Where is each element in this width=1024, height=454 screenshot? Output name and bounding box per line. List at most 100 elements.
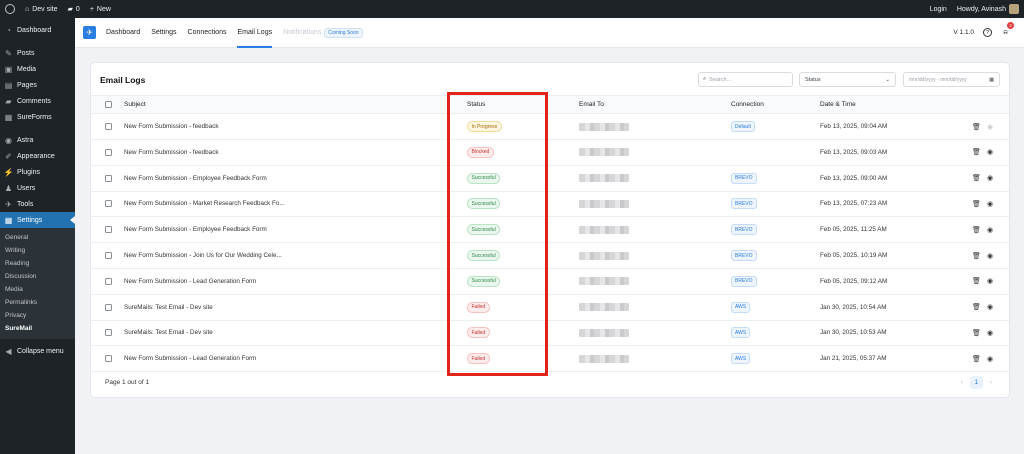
my-account-link[interactable]: Howdy, Avinash [952,0,1024,18]
submenu-item-reading[interactable]: Reading [0,257,75,270]
sidebar-item-posts[interactable]: ✎ Posts [0,45,75,61]
date-range-placeholder: mm/dd/yyyy - mm/dd/yyyy [909,76,967,83]
bell-icon: ⍾ [1003,28,1008,36]
table-row[interactable]: New Form Submission - Employee Feedback … [91,217,1009,244]
eye-icon[interactable]: ◉ [987,200,993,208]
sidebar-item-plugins[interactable]: ⚡ Plugins [0,164,75,180]
row-checkbox[interactable] [105,148,112,156]
submenu-item-permalinks[interactable]: Permalinks [0,296,75,309]
submenu-item-media[interactable]: Media [0,283,75,296]
sidebar-item-media[interactable]: ▣ Media [0,61,75,77]
settings-icon: ▦ [4,215,13,225]
row-date: Jan 21, 2025, 05:37 AM [820,355,887,363]
row-subject: SureMails: Test Email - Dev site [124,303,213,311]
trash-icon[interactable]: 🗑 [972,329,981,337]
row-checkbox[interactable] [105,123,112,130]
row-checkbox[interactable] [105,303,112,311]
row-date: Jan 30, 2025, 10:53 AM [820,329,887,337]
email-redacted [579,251,629,260]
connection-badge: BREVO [731,172,757,184]
connection-badge: AWS [731,327,751,339]
connection-badge: BREVO [731,198,757,210]
row-date: Feb 05, 2025, 11:25 AM [820,226,887,234]
trash-icon[interactable]: 🗑 [972,252,981,260]
status-column-highlight [447,92,548,376]
row-checkbox[interactable] [105,200,112,208]
sidebar-item-comments[interactable]: ▰ Comments [0,93,75,109]
tab-email-logs[interactable]: Email Logs [237,18,272,48]
sidebar-item-tools[interactable]: ✈ Tools [0,196,75,212]
table-row[interactable]: New Form Submission - feedback In Progres… [91,114,1009,140]
tab-dashboard[interactable]: Dashboard [106,18,140,48]
astra-icon: ◉ [5,135,12,145]
eye-icon[interactable]: ◉ [987,329,993,337]
trash-icon[interactable]: 🗑 [972,226,981,234]
connection-badge: BREVO [731,250,757,261]
eye-icon[interactable]: ◉ [987,277,993,285]
site-name-link[interactable]: ⌂ Dev site [20,0,63,18]
eye-icon[interactable]: ◉ [987,148,993,156]
sidebar-item-appearance[interactable]: ✐ Appearance [0,148,75,164]
collapse-label: Collapse menu [17,347,64,355]
search-input[interactable]: ⌕ Search... [698,72,793,87]
date-range-input[interactable]: mm/dd/yyyy - mm/dd/yyyy ▦ [903,72,1000,87]
select-all-checkbox[interactable] [105,101,112,108]
sidebar-item-sureforms[interactable]: ▦ SureForms [0,109,75,125]
trash-icon[interactable]: 🗑 [972,148,981,156]
submenu-item-suremail[interactable]: SureMail [0,322,75,335]
row-checkbox[interactable] [105,174,112,182]
eye-icon[interactable]: ◉ [987,226,993,234]
row-checkbox[interactable] [105,252,112,259]
eye-icon[interactable]: ◉ [987,252,993,260]
table-header: Subject Status Email To Connection Date … [91,95,1009,114]
table-row[interactable]: New Form Submission - Join Us for Our We… [91,243,1009,269]
eye-icon[interactable]: ◉ [987,355,993,363]
chevron-right-icon[interactable]: › [990,379,992,386]
table-row[interactable]: New Form Submission - feedback Blocked Feb… [91,140,1009,166]
notifications-button[interactable]: ⍾ 2 [1001,22,1014,37]
submenu-item-discussion[interactable]: Discussion [0,270,75,283]
eye-icon[interactable]: ◉ [987,303,993,311]
wp-logo-button[interactable] [0,0,20,18]
row-date: Feb 13, 2025, 09:00 AM [820,174,888,182]
comments-link[interactable]: ▰ 0 [63,0,85,18]
login-link[interactable]: Login [925,0,952,18]
row-checkbox[interactable] [105,226,112,234]
submenu-item-privacy[interactable]: Privacy [0,309,75,322]
help-icon[interactable]: ? [983,28,992,37]
page-number-button[interactable]: 1 [969,376,983,389]
table-row[interactable]: New Form Submission - Lead Generation Fo… [91,269,1009,295]
sidebar-item-astra[interactable]: ◉ Astra [0,132,75,148]
sidebar-item-settings[interactable]: ▦ Settings [0,212,75,228]
sidebar-item-users[interactable]: ♟ Users [0,180,75,196]
trash-icon[interactable]: 🗑 [972,174,981,182]
sidebar-item-pages[interactable]: ▤ Pages [0,77,75,93]
trash-icon[interactable]: 🗑 [972,303,981,311]
table-row[interactable]: SureMails: Test Email - Dev site Failed AW… [91,295,1009,321]
submenu-item-writing[interactable]: Writing [0,244,75,257]
trash-icon[interactable]: 🗑 [972,200,981,208]
row-subject: New Form Submission - Lead Generation Fo… [124,355,257,363]
trash-icon[interactable]: 🗑 [972,277,981,285]
status-filter-select[interactable]: Status ⌄ [799,72,896,87]
chevron-left-icon[interactable]: ‹ [961,379,963,386]
sidebar-item-label: Settings [17,216,43,224]
table-row[interactable]: New Form Submission - Lead Generation Fo… [91,346,1009,373]
collapse-menu-button[interactable]: ◀ Collapse menu [0,343,75,359]
row-subject: New Form Submission - Lead Generation Fo… [124,277,257,285]
trash-icon[interactable]: 🗑 [972,355,981,363]
row-checkbox[interactable] [105,329,112,337]
tab-settings[interactable]: Settings [151,18,176,48]
sidebar-item-dashboard[interactable]: ◔ Dashboard [0,22,75,38]
new-content-link[interactable]: + New [85,0,116,18]
eye-icon[interactable]: ◉ [987,123,993,131]
table-row[interactable]: SureMails: Test Email - Dev site Failed AW… [91,320,1009,347]
table-row[interactable]: New Form Submission - Employee Feedback … [91,166,1009,192]
eye-icon[interactable]: ◉ [987,174,993,182]
trash-icon[interactable]: 🗑 [972,123,981,131]
tab-connections[interactable]: Connections [188,18,227,48]
table-row[interactable]: New Form Submission - Market Research Fe… [91,191,1009,218]
row-checkbox[interactable] [105,277,112,285]
submenu-item-general[interactable]: General [0,231,75,244]
row-checkbox[interactable] [105,355,112,363]
